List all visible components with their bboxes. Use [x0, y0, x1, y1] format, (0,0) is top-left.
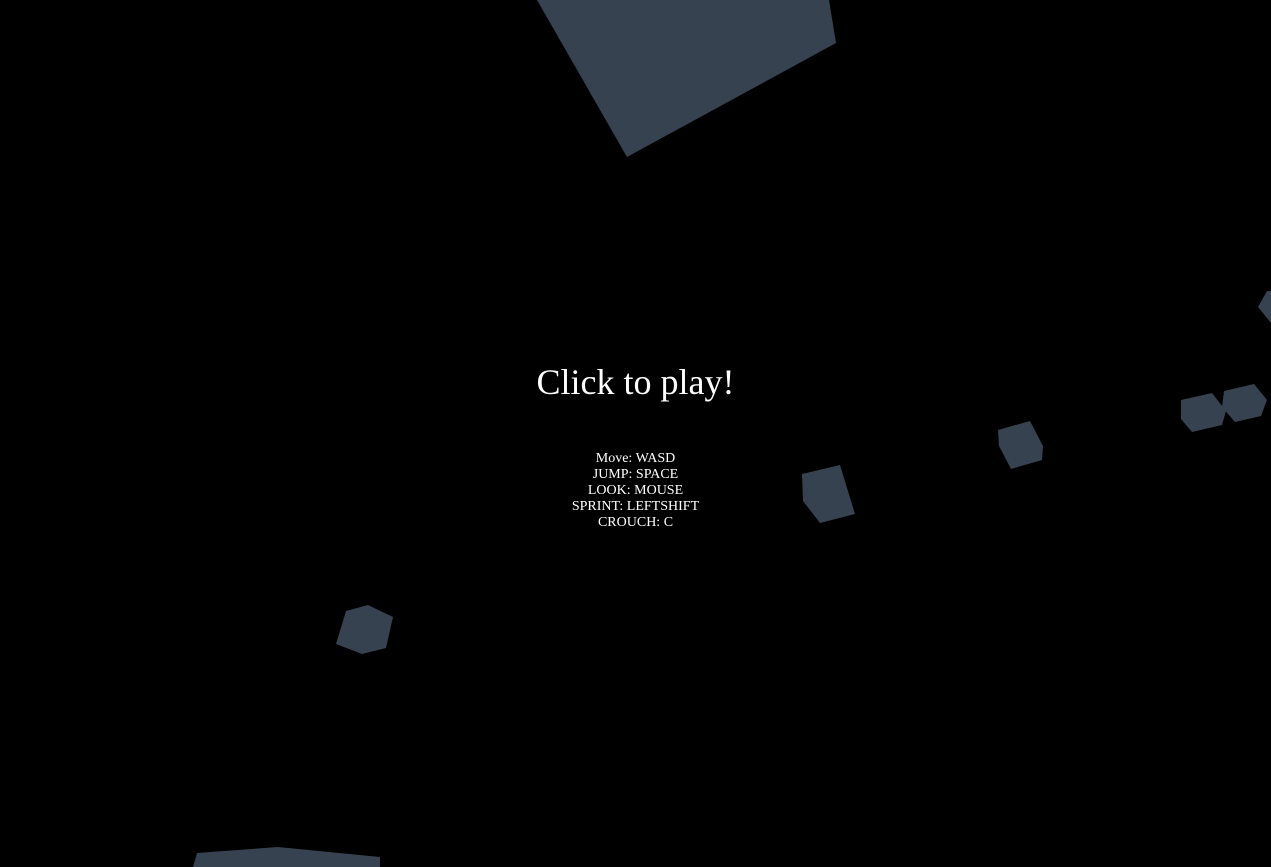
start-overlay[interactable]: Click to play! Move: WASD JUMP: SPACE LO…: [0, 0, 1271, 867]
controls-list: Move: WASD JUMP: SPACE LOOK: MOUSE SPRIN…: [0, 451, 1271, 531]
control-sprint: SPRINT: LEFTSHIFT: [571, 499, 700, 514]
control-look: LOOK: MOUSE: [587, 483, 684, 498]
control-move: Move: WASD: [595, 451, 676, 466]
game-viewport[interactable]: Click to play! Move: WASD JUMP: SPACE LO…: [0, 0, 1271, 867]
control-crouch: CROUCH: C: [597, 515, 674, 530]
control-jump: JUMP: SPACE: [592, 467, 679, 482]
click-to-play-title[interactable]: Click to play!: [0, 360, 1271, 404]
